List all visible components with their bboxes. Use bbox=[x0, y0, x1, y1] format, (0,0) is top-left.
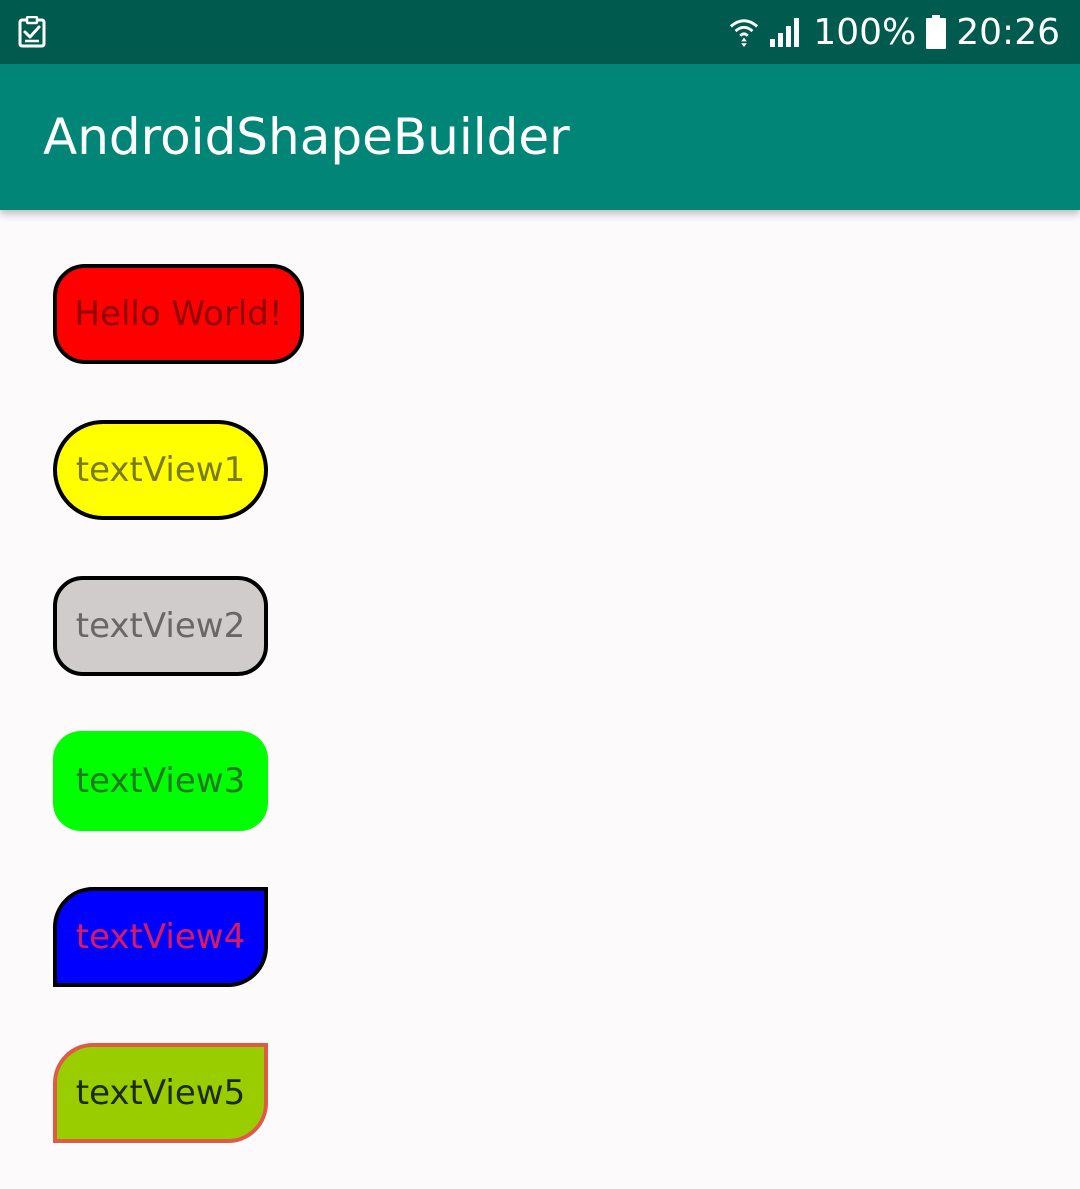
clock-time: 20:26 bbox=[956, 11, 1060, 53]
battery-full-icon bbox=[926, 15, 947, 49]
status-indicators: 100% 20:26 bbox=[729, 0, 1060, 64]
battery-percent: 100% bbox=[813, 11, 917, 53]
main-content: Hello World! textView1 textView2 textVie… bbox=[0, 210, 1080, 1189]
text-view-4: textView4 bbox=[53, 887, 268, 987]
text-view-1: textView1 bbox=[53, 420, 268, 520]
hello-world-text-view: Hello World! bbox=[53, 264, 304, 364]
app-title: AndroidShapeBuilder bbox=[43, 108, 570, 166]
status-bar: 100% 20:26 bbox=[0, 0, 1080, 64]
app-bar: AndroidShapeBuilder bbox=[0, 64, 1080, 210]
text-view-3: textView3 bbox=[53, 731, 268, 831]
text-view-2: textView2 bbox=[53, 576, 268, 676]
cellular-signal-icon bbox=[770, 18, 800, 47]
text-view-5: textView5 bbox=[53, 1043, 268, 1143]
task-check-icon bbox=[18, 16, 46, 48]
wifi-icon bbox=[730, 19, 759, 47]
